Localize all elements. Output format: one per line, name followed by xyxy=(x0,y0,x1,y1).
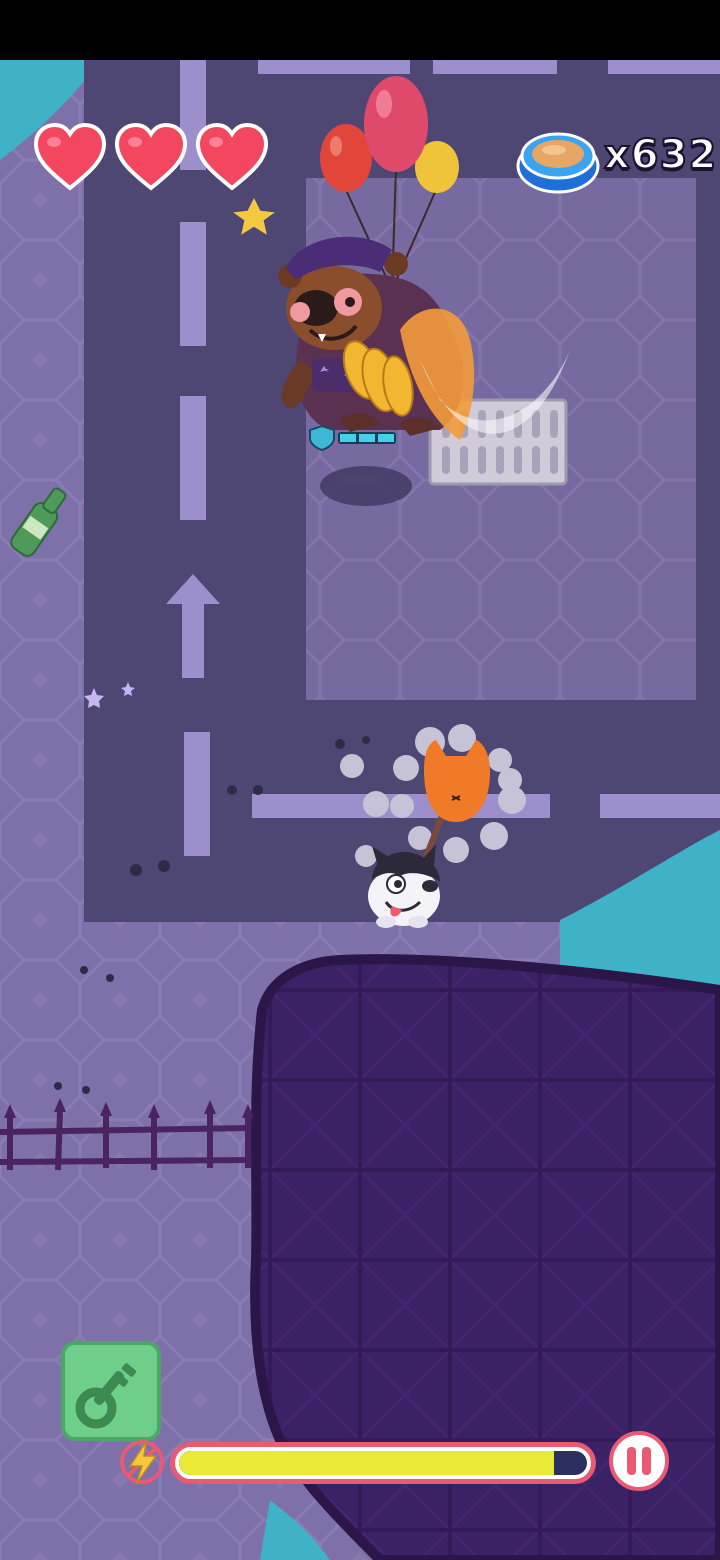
energy-track xyxy=(179,1451,587,1475)
husky-dog xyxy=(368,844,440,928)
heart-icon xyxy=(195,122,269,191)
life-heart-2 xyxy=(114,122,188,191)
lightning-bolt-icon xyxy=(120,1440,164,1485)
status-bar xyxy=(0,0,720,60)
food-bowl-icon xyxy=(516,132,600,194)
pause-button[interactable] xyxy=(608,1430,670,1492)
heart-icon xyxy=(33,122,107,191)
energy-bar xyxy=(170,1442,596,1484)
life-heart-3 xyxy=(195,122,269,191)
boss-shadow xyxy=(320,466,412,506)
food-bowl-count: x632 xyxy=(603,131,718,179)
energy-fill xyxy=(179,1451,555,1475)
life-heart-1 xyxy=(33,122,107,191)
game-scene xyxy=(0,0,720,1560)
key-ability-button[interactable] xyxy=(60,1340,162,1442)
heart-icon xyxy=(114,122,188,191)
food-bowl-counter: x632 xyxy=(516,126,718,196)
